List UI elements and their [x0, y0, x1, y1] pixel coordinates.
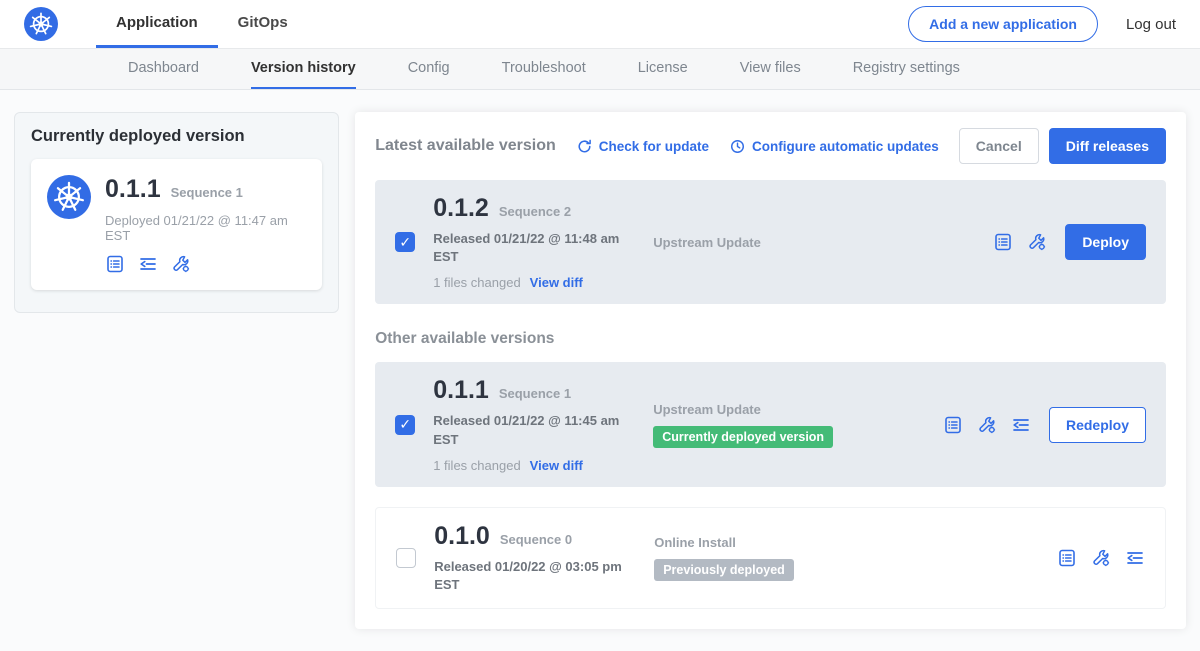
top-tabs: Application GitOps	[96, 0, 308, 48]
view-diff-link[interactable]: View diff	[530, 275, 583, 290]
deployed-version-details: 0.1.1 Sequence 1 Deployed 01/21/22 @ 11:…	[105, 175, 306, 274]
tab-application-label: Application	[116, 14, 198, 31]
release-notes-icon[interactable]	[105, 254, 125, 274]
edit-config-icon[interactable]	[977, 415, 997, 435]
other-versions-title: Other available versions	[375, 330, 1166, 348]
redeploy-button[interactable]: Redeploy	[1049, 407, 1146, 443]
row-icons-0-1-1: Redeploy	[943, 407, 1146, 443]
sequence-label: Sequence 2	[499, 204, 571, 219]
refresh-icon	[576, 138, 593, 155]
tab-gitops-label: GitOps	[238, 14, 288, 31]
version-number: 0.1.2	[433, 194, 489, 223]
diff-icon[interactable]	[1125, 548, 1145, 568]
clock-icon	[729, 138, 746, 155]
version-number: 0.1.1	[433, 376, 489, 405]
release-notes-icon[interactable]	[993, 232, 1013, 252]
configure-automatic-updates-link[interactable]: Configure automatic updates	[729, 138, 939, 155]
topbar-right: Add a new application Log out	[908, 0, 1176, 48]
subnav-item-troubleshoot[interactable]: Troubleshoot	[502, 49, 586, 89]
version-row-0-1-1: 0.1.1 Sequence 1 Released 01/21/22 @ 11:…	[375, 362, 1166, 486]
sequence-label: Sequence 0	[500, 532, 572, 547]
release-notes-icon[interactable]	[1057, 548, 1077, 568]
row-icons-0-1-0	[1057, 548, 1145, 568]
deployed-action-icons	[105, 254, 306, 274]
edit-config-icon[interactable]	[1027, 232, 1047, 252]
version-source-0-1-0: Online Install Previously deployed	[654, 535, 1039, 581]
edit-config-icon[interactable]	[171, 254, 191, 274]
latest-available-title: Latest available version	[375, 137, 556, 155]
cancel-button[interactable]: Cancel	[959, 128, 1039, 164]
released-timestamp: Released 01/21/22 @ 11:48 am EST	[433, 230, 621, 266]
sequence-label: Sequence 1	[499, 386, 571, 401]
edit-config-icon[interactable]	[1091, 548, 1111, 568]
version-info-0-1-0: 0.1.0 Sequence 0 Released 01/20/22 @ 03:…	[434, 522, 636, 594]
subnav-label-version-history: Version history	[251, 60, 356, 76]
version-row-0-1-0: 0.1.0 Sequence 0 Released 01/20/22 @ 03:…	[375, 507, 1166, 609]
subnav-label-license: License	[638, 60, 688, 76]
view-diff-link[interactable]: View diff	[530, 458, 583, 473]
version-info-0-1-2: 0.1.2 Sequence 2 Released 01/21/22 @ 11:…	[433, 194, 635, 290]
version-checkbox-0-1-1[interactable]	[395, 415, 415, 435]
subnav-item-config[interactable]: Config	[408, 49, 450, 89]
subnav-item-dashboard[interactable]: Dashboard	[128, 49, 199, 89]
previously-deployed-badge: Previously deployed	[654, 559, 794, 581]
released-timestamp: Released 01/21/22 @ 11:45 am EST	[433, 412, 621, 448]
source-label: Online Install	[654, 535, 736, 550]
tab-application[interactable]: Application	[96, 0, 218, 48]
latest-version-header: Latest available version Check for updat…	[375, 128, 1166, 164]
add-new-application-button[interactable]: Add a new application	[908, 6, 1098, 42]
kubernetes-logo-icon	[24, 7, 58, 41]
currently-deployed-title: Currently deployed version	[31, 127, 322, 146]
logout-link[interactable]: Log out	[1126, 16, 1176, 33]
currently-deployed-card: Currently deployed version 0.1.1 Sequenc…	[14, 112, 339, 313]
files-changed-label: 1 files changed	[433, 458, 520, 473]
version-source-0-1-2: Upstream Update	[653, 235, 975, 250]
deployed-version-card: 0.1.1 Sequence 1 Deployed 01/21/22 @ 11:…	[31, 159, 322, 290]
deployed-sequence-label: Sequence 1	[171, 185, 243, 200]
currently-deployed-badge: Currently deployed version	[653, 426, 833, 448]
deploy-button[interactable]: Deploy	[1065, 224, 1146, 260]
diff-icon[interactable]	[138, 254, 158, 274]
kubernetes-app-icon	[47, 175, 91, 219]
subnav-label-view-files: View files	[740, 60, 801, 76]
deployed-version-number: 0.1.1	[105, 175, 161, 204]
version-number: 0.1.0	[434, 522, 490, 551]
top-bar: Application GitOps Add a new application…	[0, 0, 1200, 49]
version-source-0-1-1: Upstream Update Currently deployed versi…	[653, 402, 925, 448]
version-info-0-1-1: 0.1.1 Sequence 1 Released 01/21/22 @ 11:…	[433, 376, 635, 472]
subnav-item-view-files[interactable]: View files	[740, 49, 801, 89]
diff-releases-button[interactable]: Diff releases	[1049, 128, 1166, 164]
subnav-label-registry-settings: Registry settings	[853, 60, 960, 76]
subnav-label-dashboard: Dashboard	[128, 60, 199, 76]
check-for-update-label: Check for update	[599, 139, 709, 154]
version-history-panel: Latest available version Check for updat…	[355, 112, 1186, 629]
released-timestamp: Released 01/20/22 @ 03:05 pm EST	[434, 558, 622, 594]
subnav-label-troubleshoot: Troubleshoot	[502, 60, 586, 76]
app-subnav: Dashboard Version history Config Trouble…	[0, 49, 1200, 90]
subnav-item-license[interactable]: License	[638, 49, 688, 89]
version-checkbox-0-1-0[interactable]	[396, 548, 416, 568]
release-notes-icon[interactable]	[943, 415, 963, 435]
subnav-item-version-history[interactable]: Version history	[251, 49, 356, 89]
source-label: Upstream Update	[653, 235, 761, 250]
row-icons-0-1-2: Deploy	[993, 224, 1146, 260]
subnav-item-registry-settings[interactable]: Registry settings	[853, 49, 960, 89]
tab-gitops[interactable]: GitOps	[218, 0, 308, 48]
configure-automatic-updates-label: Configure automatic updates	[752, 139, 939, 154]
deployed-timestamp: Deployed 01/21/22 @ 11:47 am EST	[105, 213, 306, 243]
diff-actions: Cancel Diff releases	[959, 128, 1166, 164]
subnav-label-config: Config	[408, 60, 450, 76]
version-row-0-1-2: 0.1.2 Sequence 2 Released 01/21/22 @ 11:…	[375, 180, 1166, 304]
files-changed-label: 1 files changed	[433, 275, 520, 290]
check-for-update-link[interactable]: Check for update	[576, 138, 709, 155]
diff-icon[interactable]	[1011, 415, 1031, 435]
main-content: Currently deployed version 0.1.1 Sequenc…	[0, 90, 1200, 651]
source-label: Upstream Update	[653, 402, 761, 417]
version-checkbox-0-1-2[interactable]	[395, 232, 415, 252]
